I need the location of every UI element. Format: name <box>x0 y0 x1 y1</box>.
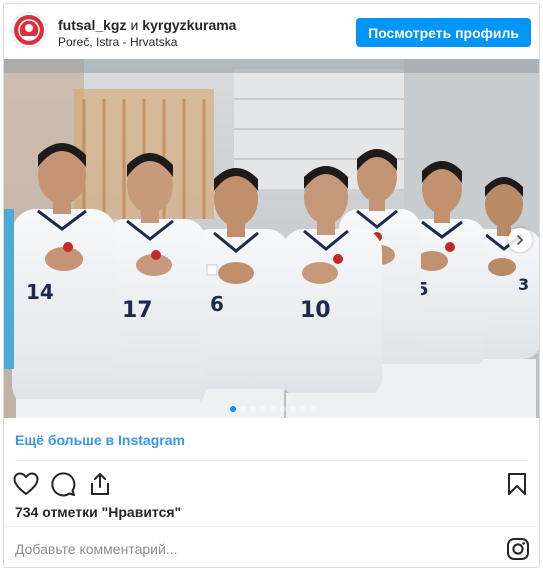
jersey-number: 6 <box>210 292 224 316</box>
save-button[interactable] <box>503 470 531 498</box>
instagram-embed: futsal_kgz и kyrgyzkurama Poreč, Istra - H… <box>3 3 540 568</box>
comment-icon <box>51 472 76 497</box>
jersey-number: 14 <box>26 280 54 304</box>
next-photo-button[interactable] <box>508 228 532 252</box>
carousel-dots <box>4 406 539 412</box>
share-button[interactable] <box>86 470 114 498</box>
instagram-logo-icon[interactable] <box>506 537 530 561</box>
user-line: futsal_kgz и kyrgyzkurama <box>58 16 236 34</box>
post-photo[interactable]: 3 5 10 6 17 14 <box>4 59 539 418</box>
carousel-dot <box>279 406 286 412</box>
like-button[interactable] <box>12 470 40 498</box>
avatar[interactable] <box>12 13 46 47</box>
and-word: и <box>130 17 139 33</box>
comment-button[interactable] <box>49 470 77 498</box>
carousel-dot <box>269 406 276 412</box>
share-icon <box>91 473 109 495</box>
carousel-dot <box>259 406 266 412</box>
jersey-number: 10 <box>300 298 331 323</box>
carousel-dot <box>289 406 296 412</box>
more-on-instagram-link[interactable]: Ещё больше в Instagram <box>15 432 185 448</box>
action-bar <box>4 466 539 502</box>
heart-icon <box>13 472 39 495</box>
username-link-kyrgyzkurama[interactable]: kyrgyzkurama <box>142 17 236 33</box>
username-link-futsal-kgz[interactable]: futsal_kgz <box>58 17 126 33</box>
jersey-number: 3 <box>518 275 529 294</box>
carousel-dot <box>229 406 236 412</box>
jersey-number: 17 <box>122 298 153 323</box>
likes-count[interactable]: 734 отметки "Нравится" <box>15 504 181 520</box>
divider <box>15 460 528 461</box>
location-link[interactable]: Poreč, Istra - Hrvatska <box>58 35 177 50</box>
carousel-dot <box>239 406 246 412</box>
chevron-right-icon <box>517 235 524 245</box>
divider <box>4 526 539 527</box>
bookmark-icon <box>508 473 526 495</box>
team-photo: 3 5 10 6 17 14 <box>4 59 539 418</box>
post-header: futsal_kgz и kyrgyzkurama Poreč, Istra - H… <box>4 4 539 59</box>
carousel-dot <box>299 406 306 412</box>
view-profile-button[interactable]: Посмотреть профиль <box>356 18 531 47</box>
carousel-dot <box>249 406 256 412</box>
comment-input[interactable] <box>15 538 485 560</box>
carousel-dot <box>309 406 316 412</box>
club-logo-icon <box>15 16 43 44</box>
